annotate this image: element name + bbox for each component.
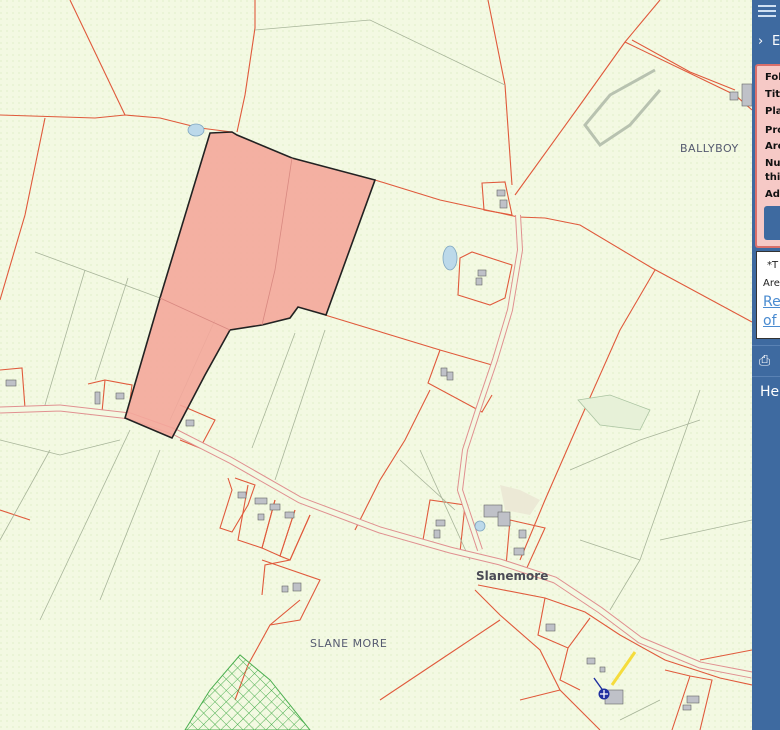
pond — [442, 245, 458, 271]
pond — [187, 123, 205, 137]
note-line-1: *T — [767, 260, 779, 271]
place-label-slane-more: SLANE MORE — [310, 637, 387, 650]
info-action-button[interactable] — [764, 206, 780, 240]
info-row-folio: Fol — [765, 72, 780, 83]
map-texture — [0, 0, 752, 730]
info-row-title: Titl — [765, 89, 780, 100]
info-row-this: this — [765, 172, 780, 183]
info-row-area: Are — [765, 141, 780, 152]
chevron-right-icon: › — [758, 34, 764, 49]
print-row[interactable]: ⎙ — [752, 345, 780, 377]
property-info-box: Fol Titl Pla Pro Are Nu this Ad — [755, 64, 780, 248]
expand-section[interactable]: › E — [752, 30, 780, 56]
tank — [474, 520, 486, 532]
side-panel: › E Fol Titl Pla Pro Are Nu this Ad *T A… — [752, 0, 780, 730]
help-link[interactable]: Hel — [760, 384, 780, 400]
report-link-line-2[interactable]: of t — [763, 313, 780, 329]
info-row-number: Nu — [765, 158, 780, 169]
info-row-plan: Pla — [765, 106, 780, 117]
place-label-ballyboy: BALLYBOY — [680, 142, 739, 155]
print-icon: ⎙ — [759, 353, 771, 369]
info-row-address: Ad — [765, 189, 780, 200]
note-box: *T Are Re of t — [756, 251, 780, 339]
map-viewport[interactable]: BALLYBOY Slanemore SLANE MORE — [0, 0, 752, 730]
place-label-slanemore: Slanemore — [476, 569, 548, 583]
location-marker-icon[interactable] — [598, 688, 610, 700]
note-line-2: Are — [763, 278, 780, 289]
menu-icon[interactable] — [758, 2, 776, 20]
info-row-property: Pro — [765, 125, 780, 136]
expand-label: E — [772, 34, 780, 49]
report-link[interactable]: Re — [763, 294, 780, 310]
